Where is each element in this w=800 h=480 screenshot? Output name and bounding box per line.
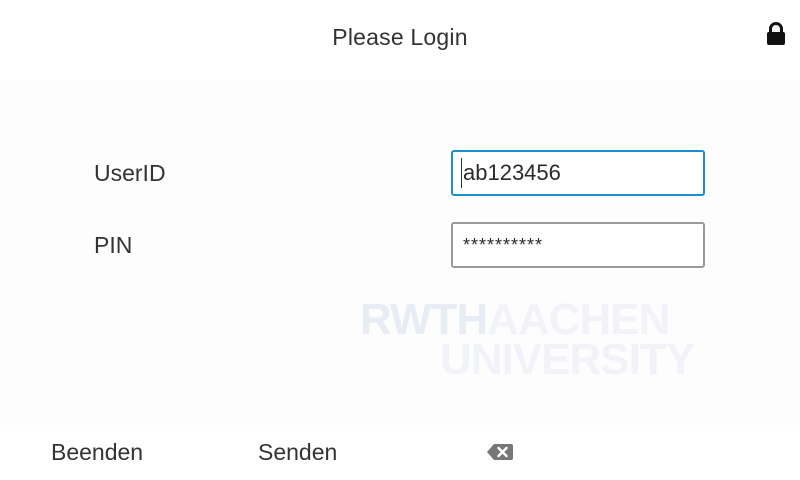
userid-label: UserID xyxy=(94,160,166,186)
backspace-icon[interactable] xyxy=(486,442,514,462)
lock-icon xyxy=(767,22,785,45)
senden-button[interactable]: Senden xyxy=(258,439,337,466)
watermark-university: UNIVERSITY xyxy=(440,335,695,384)
bottom-toolbar: Beenden Senden xyxy=(0,425,800,480)
university-logo-watermark: RWTHAACHEN UNIVERSITY xyxy=(360,298,695,390)
login-screen: Please Login RWTHAACHEN UNIVERSITY UserI… xyxy=(0,0,800,480)
text-caret xyxy=(461,158,462,188)
pin-input[interactable] xyxy=(451,222,705,268)
userid-input[interactable] xyxy=(451,150,705,196)
beenden-button[interactable]: Beenden xyxy=(51,439,143,466)
pin-label: PIN xyxy=(94,232,133,258)
page-title: Please Login xyxy=(332,24,468,50)
